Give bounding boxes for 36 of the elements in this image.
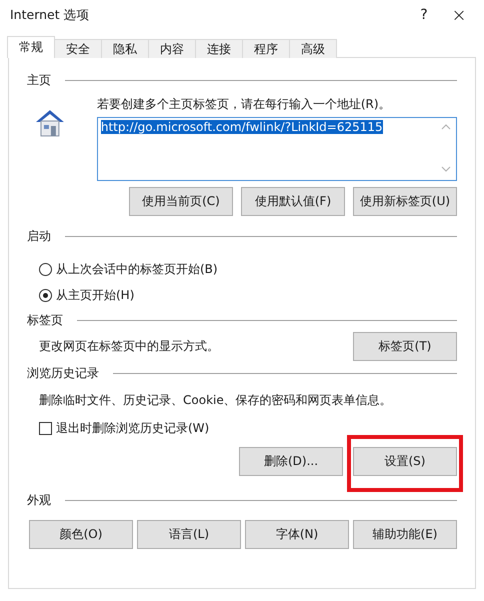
history-button[interactable]: 删除(D)... [239, 447, 343, 476]
window-title: Internet 选项 [10, 6, 91, 24]
appearance-button[interactable]: 颜色(O) [29, 520, 133, 549]
checkbox-label: 退出时删除浏览历史记录(W) [56, 420, 210, 436]
section-title: 启动 [27, 228, 51, 244]
section-title: 浏览历史记录 [27, 364, 99, 382]
description-text: 更改网页在标签页中的显示方式。 [39, 338, 219, 355]
tab[interactable]: 程序 [242, 39, 290, 58]
appearance-button[interactable]: 语言(L) [137, 520, 241, 549]
option-label: 从上次会话中的标签页开始(B) [56, 260, 218, 278]
address-field[interactable]: http://go.microsoft.com/fwlink/?LinkId=625115 [96, 117, 457, 181]
tab[interactable]: 连接 [195, 39, 243, 58]
radio-button[interactable] [39, 262, 52, 276]
tab[interactable]: 隐私 [101, 39, 149, 58]
tab[interactable]: 高级 [289, 39, 337, 58]
section-title: 标签页 [27, 312, 63, 328]
section-title: 主页 [27, 72, 51, 88]
house-icon [35, 108, 65, 138]
home-page-button[interactable]: 使用新标签页(U) [353, 187, 457, 216]
tab[interactable]: 常规 [7, 36, 55, 58]
section-title: 外观 [27, 492, 51, 508]
option-label: 从主页开始(H) [56, 286, 134, 304]
help-button[interactable]: ? [404, 7, 444, 23]
home-page-button[interactable]: 使用当前页(C) [129, 187, 233, 216]
description-text: 删除临时文件、历史记录、Cookie、保存的密码和网页表单信息。 [39, 392, 392, 408]
tab[interactable]: 安全 [54, 39, 102, 58]
tab[interactable]: 内容 [148, 39, 196, 58]
close-button[interactable]: × [444, 4, 474, 26]
checkbox[interactable] [39, 422, 52, 434]
home-page-button[interactable]: 使用默认值(F) [241, 187, 345, 216]
appearance-button[interactable]: 辅助功能(E) [353, 520, 457, 549]
history-button[interactable]: 设置(S) [353, 447, 457, 476]
appearance-button[interactable]: 字体(N) [245, 520, 349, 549]
tabs-button[interactable]: 标签页(T) [353, 332, 457, 361]
radio-button[interactable] [39, 288, 52, 302]
instruction-text: 若要创建多个主页标签页，请在每行输入一个地址(R)。 [96, 96, 392, 113]
